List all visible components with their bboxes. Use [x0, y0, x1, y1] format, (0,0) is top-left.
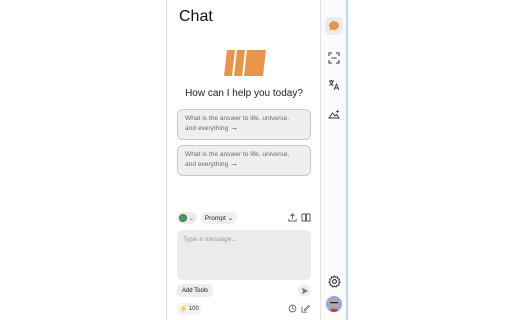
- upload-icon[interactable]: [288, 213, 297, 222]
- scan-icon: [328, 52, 340, 64]
- sidebar-item-chat[interactable]: [325, 17, 343, 35]
- credits-value: 100: [188, 306, 199, 312]
- bolt-icon: ⚡: [179, 306, 188, 313]
- message-placeholder: Type a message...: [183, 236, 237, 243]
- model-icon: [179, 214, 187, 222]
- brand-logo: [224, 50, 266, 76]
- window-edge: [346, 0, 348, 320]
- send-icon: [301, 287, 308, 294]
- prompt-label: Prompt: [204, 214, 226, 222]
- chat-icon: [329, 21, 339, 31]
- book-icon[interactable]: [301, 213, 311, 222]
- avatar[interactable]: [326, 296, 342, 312]
- suggestion-card[interactable]: What is the answer to life, universe, an…: [177, 109, 311, 140]
- image-icon: [328, 109, 340, 119]
- edit-icon[interactable]: [301, 304, 310, 313]
- suggestion-line: and everything: [185, 125, 229, 132]
- prompt-dropdown[interactable]: Prompt ⌄: [201, 212, 237, 224]
- sidebar-rail: [320, 0, 346, 320]
- suggestion-line: and everything: [185, 161, 229, 168]
- message-input[interactable]: Type a message...: [177, 230, 311, 280]
- sidebar-item-scan[interactable]: [325, 49, 343, 67]
- chat-panel: Chat How can I help you today? What is t…: [166, 0, 320, 320]
- add-tools-button[interactable]: Add Tools: [177, 284, 213, 297]
- app-window: Chat How can I help you today? What is t…: [0, 0, 512, 320]
- user-avatar-icon: [326, 296, 342, 312]
- arrow-right-icon: →: [230, 159, 239, 168]
- translate-icon: [329, 80, 340, 91]
- gear-icon: [327, 274, 341, 288]
- suggestion-card[interactable]: What is the answer to life, universe, an…: [177, 145, 311, 176]
- suggestion-line: What is the answer to life, universe,: [185, 151, 290, 158]
- sidebar-item-translate[interactable]: [325, 76, 343, 94]
- chevron-down-icon: ⌄: [227, 215, 234, 222]
- history-icon[interactable]: [288, 304, 297, 313]
- chevron-down-icon: ⌄: [189, 215, 195, 222]
- sidebar-item-image[interactable]: [325, 105, 343, 123]
- page-title: Chat: [179, 8, 213, 25]
- model-selector[interactable]: ⌄: [177, 212, 197, 224]
- arrow-right-icon: →: [230, 123, 239, 132]
- send-button[interactable]: [298, 284, 311, 297]
- settings-button[interactable]: [325, 272, 343, 290]
- suggestion-line: What is the answer to life, universe,: [185, 115, 290, 122]
- credits-badge: ⚡ 100: [177, 303, 201, 315]
- greeting-text: How can I help you today?: [185, 88, 303, 99]
